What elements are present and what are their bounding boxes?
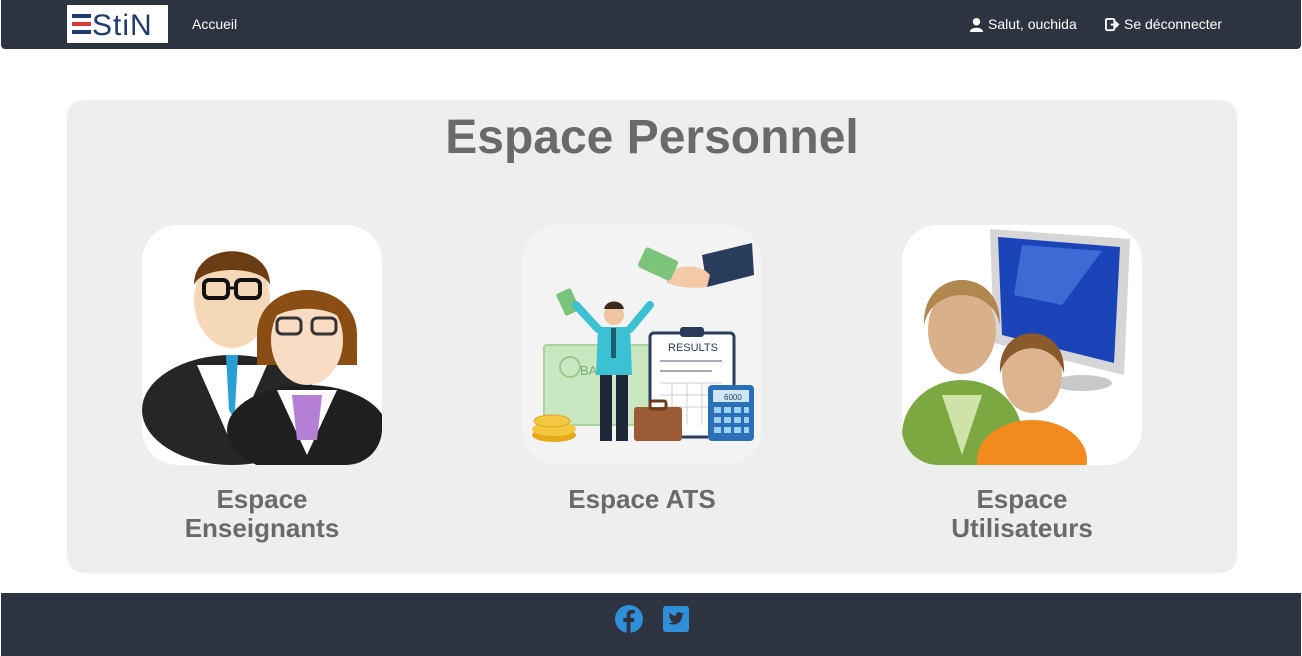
card-ats-label[interactable]: Espace ATS [502, 485, 782, 514]
card-utilisateurs-line2: Utilisateurs [951, 513, 1093, 543]
twitter-icon[interactable] [662, 605, 690, 633]
card-utilisateurs-line1: Espace [976, 484, 1068, 514]
page-footer [1, 593, 1301, 656]
nav-home-link[interactable]: Accueil [192, 16, 237, 32]
card-espace-ats[interactable]: BAN RESULTS 6000 Espace ATS [502, 225, 782, 514]
calculator-display: 6000 [724, 393, 742, 402]
teachers-illustration[interactable] [142, 225, 382, 465]
page-title: Espace Personnel [445, 111, 859, 164]
user-greeting-label: Salut, ouchida [988, 16, 1077, 32]
facebook-icon[interactable] [615, 605, 643, 633]
personal-space-panel: Espace Personnel Espace Enseignants BAN … [67, 100, 1237, 573]
top-navbar: StiN Accueil Salut, ouchida Se déconnect… [1, 0, 1301, 49]
card-utilisateurs-label[interactable]: Espace Utilisateurs [882, 485, 1162, 543]
logout-icon [1105, 17, 1120, 31]
ats-finance-illustration[interactable]: BAN RESULTS 6000 [522, 225, 762, 465]
svg-text:StiN: StiN [92, 9, 153, 41]
users-computer-illustration[interactable] [902, 225, 1142, 465]
logout-link[interactable]: Se déconnecter [1105, 16, 1222, 32]
card-ats-line1: Espace ATS [568, 484, 716, 514]
results-text: RESULTS [668, 342, 718, 354]
estin-logo[interactable]: StiN [67, 5, 168, 43]
card-enseignants-label[interactable]: Espace Enseignants [122, 485, 402, 543]
card-enseignants-line2: Enseignants [184, 513, 340, 543]
card-enseignants-line1: Espace [216, 484, 308, 514]
card-espace-enseignants[interactable]: Espace Enseignants [122, 225, 402, 543]
logout-label: Se déconnecter [1124, 16, 1223, 32]
card-espace-utilisateurs[interactable]: Espace Utilisateurs [882, 225, 1162, 543]
user-icon [969, 17, 984, 32]
estin-logo-mark: StiN [71, 9, 153, 41]
nav-user-greeting[interactable]: Salut, ouchida [969, 16, 1077, 32]
